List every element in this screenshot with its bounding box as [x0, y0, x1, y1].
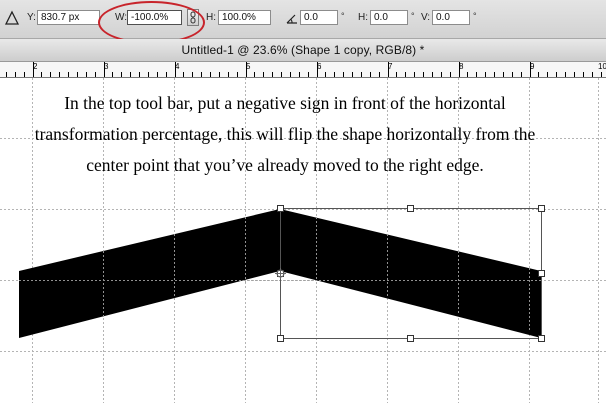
height-percentage-field[interactable]: 100.0% [218, 10, 271, 25]
skew-horizontal-field[interactable]: 0.0 [370, 10, 408, 25]
transform-handle-bottom-right[interactable] [538, 335, 545, 342]
right-chevron-shape[interactable] [280, 209, 541, 338]
ruler-label: 9 [530, 62, 535, 71]
document-title: Untitled-1 @ 23.6% (Shape 1 copy, RGB/8)… [181, 43, 425, 57]
skew-v-label: V: [421, 12, 431, 23]
ruler-ticks [6, 62, 602, 77]
ruler-label: 8 [459, 62, 464, 71]
rotation-degree-symbol: ° [341, 11, 345, 21]
ruler-label: 5 [246, 62, 251, 71]
ruler-label: 3 [104, 62, 109, 71]
ruler-label: 6 [317, 62, 322, 71]
horizontal-ruler[interactable]: 2 3 4 5 6 7 8 9 10 [0, 62, 606, 78]
y-label: Y: [27, 12, 36, 23]
transform-handle-right[interactable] [538, 270, 545, 277]
document-canvas[interactable]: In the top tool bar, put a negative sign… [0, 78, 606, 403]
tutorial-instruction-text: In the top tool bar, put a negative sign… [34, 93, 536, 175]
rotation-field[interactable]: 0.0 [300, 10, 338, 25]
transform-handle-top-left[interactable] [277, 205, 284, 212]
ruler-label: 2 [33, 62, 38, 71]
triangle-warp-icon[interactable] [4, 10, 20, 26]
ruler-label: 10 [598, 62, 606, 71]
document-title-bar[interactable]: Untitled-1 @ 23.6% (Shape 1 copy, RGB/8)… [0, 39, 606, 62]
transform-handle-bottom-left[interactable] [277, 335, 284, 342]
width-label: W: [115, 12, 128, 23]
ruler-label: 7 [388, 62, 393, 71]
width-percentage-field[interactable]: -100.0% [127, 10, 182, 25]
y-position-field[interactable]: 830.7 px [37, 10, 100, 25]
chain-link-icon[interactable] [187, 9, 199, 26]
angle-icon [286, 14, 297, 24]
ruler-label: 4 [175, 62, 180, 71]
transform-handle-bottom[interactable] [407, 335, 414, 342]
skew-vertical-field[interactable]: 0.0 [432, 10, 470, 25]
skew-v-degree-symbol: ° [473, 11, 477, 21]
transform-handle-top[interactable] [407, 205, 414, 212]
options-bar: Y: 830.7 px W: -100.0% H: 100.0% 0.0 ° H… [0, 0, 606, 44]
left-chevron-shape[interactable] [19, 209, 280, 338]
transform-handle-top-right[interactable] [538, 205, 545, 212]
skew-h-label: H: [358, 12, 368, 23]
height-label: H: [206, 12, 216, 23]
skew-h-degree-symbol: ° [411, 11, 415, 21]
